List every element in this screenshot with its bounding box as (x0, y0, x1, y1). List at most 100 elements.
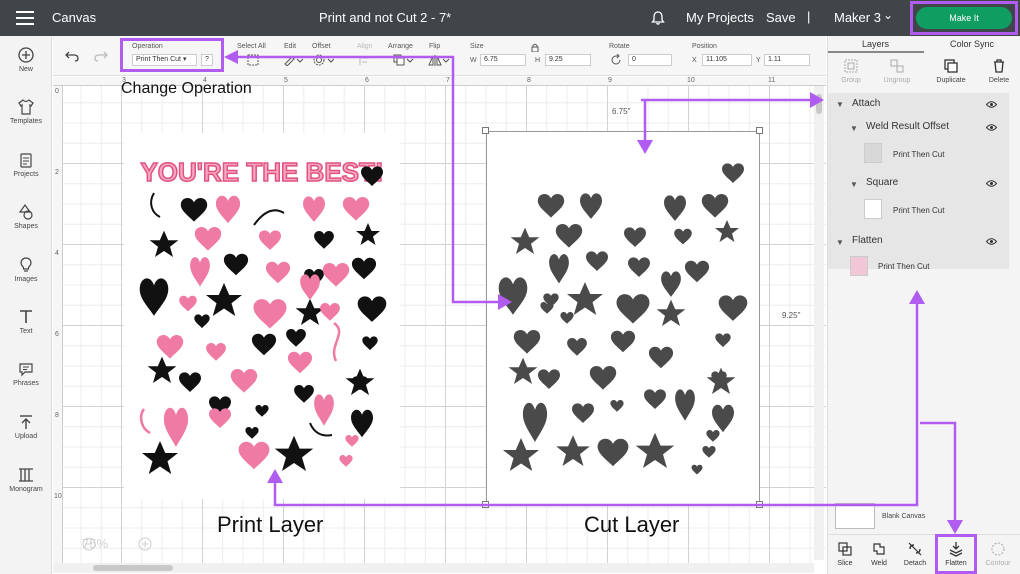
layer-weld-result-offset[interactable]: Weld Result Offset (866, 121, 949, 132)
chevron-down-icon[interactable]: ⌄ (883, 8, 893, 22)
speech-bubble-icon (19, 363, 33, 377)
machine-selector[interactable]: Maker 3 (834, 10, 881, 25)
edit-pencil-icon[interactable] (283, 54, 303, 66)
ungroup-button[interactable]: Ungroup (874, 58, 920, 84)
sidebar-item-upload[interactable]: Upload (0, 413, 52, 440)
eye-icon[interactable] (986, 124, 997, 131)
group-button[interactable]: Group (828, 58, 874, 84)
bell-icon[interactable] (650, 10, 666, 26)
sidebar-item-label: Shapes (14, 223, 38, 230)
print-artwork: YOU'RE THE BEST! (139, 156, 387, 474)
delete-button[interactable]: Delete (976, 58, 1020, 84)
sidebar-item-phrases[interactable]: Phrases (0, 360, 52, 387)
redo-icon[interactable] (93, 50, 109, 62)
resize-handle[interactable] (482, 127, 489, 134)
tab-color-sync[interactable]: Color Sync (950, 39, 994, 49)
print-title: YOU'RE THE BEST! (140, 157, 383, 187)
flip-icon[interactable] (428, 54, 450, 66)
top-bar: Canvas Print and not Cut 2 - 7* My Proje… (0, 0, 1020, 36)
change-operation-annotation: Change Operation (121, 80, 252, 97)
layer-attach[interactable]: Attach (852, 98, 880, 109)
sidebar-item-shapes[interactable]: Shapes (0, 203, 52, 230)
slice-button[interactable]: Slice (828, 541, 862, 567)
sidebar-item-templates[interactable]: Templates (0, 98, 52, 125)
sidebar-item-label: Images (14, 276, 38, 283)
sidebar-item-label: Text (19, 328, 33, 335)
blank-canvas-swatch[interactable] (835, 503, 875, 529)
ruler-tick: 6 (55, 331, 59, 338)
duplicate-button[interactable]: Duplicate (928, 58, 974, 84)
cut-layer-design[interactable] (486, 131, 760, 505)
sidebar-item-monogram[interactable]: Monogram (0, 466, 52, 493)
y-label: Y (756, 57, 761, 64)
eye-icon[interactable] (986, 180, 997, 187)
upload-icon (20, 415, 32, 429)
layer-thumbnail (864, 143, 882, 163)
weld-button[interactable]: Weld (862, 541, 896, 567)
layer-square[interactable]: Square (866, 177, 898, 188)
sidebar-item-new[interactable]: New (0, 46, 52, 73)
tool-label: Weld (871, 560, 887, 567)
width-input[interactable]: 6.75 (480, 54, 526, 66)
layer-operation: Print Then Cut (878, 262, 930, 271)
my-projects-link[interactable]: My Projects (686, 10, 754, 25)
vertical-scrollbar[interactable] (814, 86, 824, 560)
horizontal-scrollbar[interactable] (53, 563, 814, 573)
print-layer-design[interactable]: YOU'RE THE BEST! (124, 133, 400, 499)
offset-icon[interactable] (312, 54, 334, 66)
eye-icon[interactable] (986, 238, 997, 245)
zoom-out-icon[interactable] (82, 537, 96, 551)
contour-icon (991, 542, 1005, 556)
align-icon[interactable] (358, 54, 378, 66)
layer-flatten[interactable]: Flatten (852, 235, 883, 246)
undo-icon[interactable] (64, 50, 80, 62)
select-all-icon[interactable] (246, 54, 260, 66)
resize-handle[interactable] (756, 127, 763, 134)
scrollbar-thumb[interactable] (93, 565, 173, 571)
height-dimension: 9.25" (782, 311, 801, 320)
chevron-down-icon[interactable]: ▼ (836, 100, 844, 109)
height-input[interactable]: 9.25 (545, 54, 591, 66)
resize-handle[interactable] (756, 501, 763, 508)
contour-button[interactable]: Contour (981, 541, 1015, 567)
ruler-tick: 9 (608, 77, 612, 84)
position-label: Position (692, 43, 717, 50)
plus-circle-icon (18, 47, 34, 63)
eye-icon[interactable] (986, 101, 997, 108)
size-label: Size (470, 43, 484, 50)
hamburger-menu-icon[interactable] (16, 11, 34, 25)
sidebar-item-label: Templates (10, 118, 42, 125)
ruler-tick: 4 (55, 250, 59, 257)
chevron-down-icon[interactable]: ▼ (836, 238, 844, 247)
sidebar-item-label: Phrases (13, 380, 39, 387)
ruler-tick: 8 (527, 77, 531, 84)
duplicate-icon (944, 59, 958, 73)
lightbulb-icon (20, 257, 32, 272)
trash-icon (994, 59, 1004, 73)
zoom-in-icon[interactable] (138, 537, 152, 551)
save-button[interactable]: Save (766, 10, 796, 25)
tab-layers[interactable]: Layers (862, 39, 889, 49)
make-it-button[interactable]: Make It (916, 7, 1012, 29)
layers-panel: Layers Color Sync Group Ungroup Duplicat… (827, 36, 1020, 574)
chevron-down-icon[interactable]: ▼ (850, 180, 858, 189)
sidebar-item-text[interactable]: Text (0, 308, 52, 335)
y-position-input[interactable]: 1.11 (764, 54, 810, 66)
height-label: H (535, 57, 541, 64)
detach-button[interactable]: Detach (898, 541, 932, 567)
resize-handle[interactable] (482, 501, 489, 508)
chevron-down-icon[interactable]: ▼ (850, 124, 858, 133)
arrange-icon[interactable] (393, 54, 415, 66)
topbar-separator: | (807, 9, 811, 24)
monogram-icon (19, 468, 33, 482)
rotate-input[interactable]: 0 (628, 54, 672, 66)
tool-label: Duplicate (936, 77, 966, 84)
sidebar-item-projects[interactable]: Projects (0, 151, 52, 178)
ruler-tick: 2 (55, 169, 59, 176)
scrollbar-thumb[interactable] (816, 94, 822, 114)
sidebar-item-images[interactable]: Images (0, 256, 52, 283)
blank-canvas-label: Blank Canvas (882, 513, 926, 520)
x-position-input[interactable]: 11.105 (702, 54, 752, 66)
document-title: Print and not Cut 2 - 7* (319, 10, 452, 25)
lock-icon[interactable] (531, 43, 539, 52)
